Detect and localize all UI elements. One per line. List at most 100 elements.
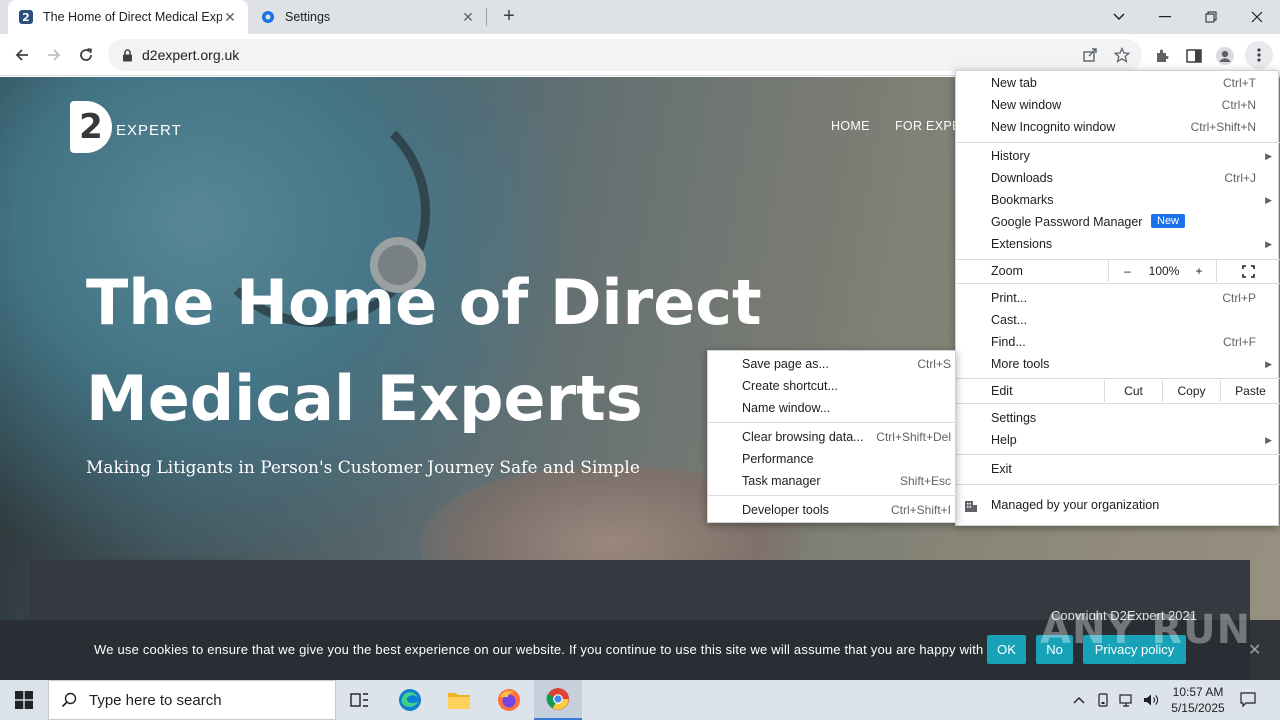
menu-downloads[interactable]: Downloads Ctrl+J — [956, 167, 1280, 189]
share-icon[interactable] — [1081, 46, 1099, 64]
submenu-name-window[interactable]: Name window... — [708, 397, 957, 419]
minimize-icon[interactable] — [1142, 0, 1188, 34]
menu-divider — [708, 495, 957, 496]
submenu-create-shortcut[interactable]: Create shortcut... — [708, 375, 957, 397]
svg-text:2: 2 — [22, 11, 30, 24]
network-icon[interactable] — [1116, 680, 1138, 720]
fullscreen-icon[interactable] — [1216, 260, 1280, 282]
side-panel-icon[interactable] — [1183, 45, 1205, 67]
menu-managed-by-org[interactable]: Managed by your organization — [956, 494, 1280, 516]
zoom-in-button[interactable]: + — [1182, 260, 1216, 282]
bookmark-star-icon[interactable] — [1113, 46, 1131, 64]
menu-shortcut: Ctrl+N — [1221, 98, 1256, 112]
submenu-clear-browsing-data[interactable]: Clear browsing data... Ctrl+Shift+Del — [708, 426, 957, 448]
close-window-icon[interactable] — [1234, 0, 1280, 34]
menu-more-tools[interactable]: More tools ▶ — [956, 353, 1280, 375]
menu-shortcut: Ctrl+S — [917, 357, 951, 371]
site-logo[interactable]: 2 EXPERT — [70, 101, 182, 153]
menu-label: Bookmarks — [991, 193, 1054, 207]
url-text[interactable]: d2expert.org.uk — [142, 47, 239, 63]
menu-divider — [956, 378, 1280, 379]
more-tools-submenu: Save page as... Ctrl+S Create shortcut..… — [707, 350, 957, 523]
menu-exit[interactable]: Exit — [956, 458, 1280, 480]
menu-new-window[interactable]: New window Ctrl+N — [956, 94, 1280, 116]
new-tab-plus-icon[interactable]: + — [498, 5, 520, 27]
menu-divider — [956, 142, 1280, 143]
tab-search-chevron-icon[interactable] — [1096, 0, 1142, 34]
menu-label: New Incognito window — [991, 120, 1116, 134]
submenu-developer-tools[interactable]: Developer tools Ctrl+Shift+I — [708, 499, 957, 521]
profile-avatar-icon[interactable] — [1214, 45, 1236, 67]
menu-extensions[interactable]: Extensions ▶ — [956, 233, 1280, 255]
menu-shortcut: Ctrl+Shift+N — [1190, 120, 1256, 134]
menu-bookmarks[interactable]: Bookmarks ▶ — [956, 189, 1280, 211]
volume-icon[interactable] — [1140, 680, 1162, 720]
zoom-level: 100% — [1148, 264, 1180, 278]
d2expert-favicon-icon: 2 — [18, 9, 34, 25]
restore-icon[interactable] — [1188, 0, 1234, 34]
menu-divider — [956, 403, 1280, 404]
new-badge: New — [1151, 214, 1186, 228]
taskbar-search-box[interactable]: Type here to search — [48, 680, 336, 720]
tab-d2expert[interactable]: 2 The Home of Direct Medical Exp ✕ — [8, 0, 248, 34]
menu-label: Settings — [991, 411, 1037, 425]
hero-title: The Home of Direct Medical Experts — [86, 255, 786, 447]
menu-label: Google Password Manager — [991, 215, 1143, 229]
notifications-icon[interactable] — [1236, 680, 1260, 720]
windows-taskbar: Type here to search 10:57 AM 5/15/2025 — [0, 680, 1280, 720]
edit-paste-button[interactable]: Paste — [1220, 380, 1280, 402]
logo-mark: 2 — [70, 101, 112, 153]
menu-google-password-manager[interactable]: Google Password Manager New — [956, 211, 1280, 233]
windows-start-icon[interactable] — [0, 680, 48, 720]
submenu-arrow-icon: ▶ — [1265, 150, 1272, 161]
clock-time: 10:57 AM — [1172, 685, 1224, 699]
menu-new-incognito-window[interactable]: New Incognito window Ctrl+Shift+N — [956, 116, 1280, 138]
chrome-taskbar-icon[interactable] — [534, 680, 582, 720]
system-clock[interactable]: 10:57 AM 5/15/2025 — [1160, 684, 1236, 716]
menu-print[interactable]: Print... Ctrl+P — [956, 287, 1280, 309]
reload-icon[interactable] — [71, 40, 101, 70]
menu-new-tab[interactable]: New tab Ctrl+T — [956, 72, 1280, 94]
chrome-menu-kebab-icon[interactable] — [1245, 41, 1273, 69]
hero-subtitle: Making Litigants in Person's Customer Jo… — [86, 458, 640, 478]
menu-settings[interactable]: Settings — [956, 407, 1280, 429]
menu-help[interactable]: Help ▶ — [956, 429, 1280, 451]
edit-copy-button[interactable]: Copy — [1162, 380, 1220, 402]
lock-icon[interactable] — [120, 48, 134, 62]
menu-edit-row: Edit Cut Copy Paste — [956, 380, 1280, 402]
submenu-save-page[interactable]: Save page as... Ctrl+S — [708, 353, 957, 375]
menu-shortcut: Ctrl+Shift+Del — [876, 430, 951, 444]
submenu-performance[interactable]: Performance — [708, 448, 957, 470]
forward-arrow-icon[interactable] — [39, 40, 69, 70]
zoom-out-button[interactable]: – — [1108, 260, 1146, 282]
nav-home[interactable]: HOME — [831, 119, 870, 133]
menu-divider — [956, 454, 1280, 455]
address-bar[interactable]: d2expert.org.uk — [108, 39, 1142, 71]
menu-label: More tools — [991, 357, 1050, 371]
menu-cast[interactable]: Cast... — [956, 309, 1280, 331]
search-placeholder: Type here to search — [89, 691, 222, 709]
extensions-puzzle-icon[interactable] — [1151, 45, 1173, 67]
submenu-arrow-icon: ▶ — [1265, 358, 1272, 369]
menu-label: Find... — [991, 335, 1026, 349]
menu-find[interactable]: Find... Ctrl+F — [956, 331, 1280, 353]
cookie-ok-button[interactable]: OK — [987, 635, 1026, 664]
edge-browser-icon[interactable] — [386, 680, 434, 720]
firefox-icon[interactable] — [485, 680, 533, 720]
submenu-task-manager[interactable]: Task manager Shift+Esc — [708, 470, 957, 492]
menu-label: Cast... — [991, 313, 1028, 327]
tray-chevron-up-icon[interactable] — [1068, 680, 1090, 720]
back-arrow-icon[interactable] — [7, 40, 37, 70]
task-view-icon[interactable] — [336, 680, 384, 720]
file-explorer-icon[interactable] — [435, 680, 483, 720]
menu-history[interactable]: History ▶ — [956, 145, 1280, 167]
tab-close-icon[interactable]: ✕ — [222, 9, 238, 26]
tab-settings[interactable]: Settings ✕ — [250, 0, 486, 34]
hero-title-line: Medical Experts — [86, 362, 643, 435]
submenu-arrow-icon: ▶ — [1265, 434, 1272, 445]
device-icon[interactable] — [1093, 680, 1113, 720]
menu-label: Developer tools — [742, 503, 829, 517]
menu-label: New window — [991, 98, 1062, 112]
tab-close-icon[interactable]: ✕ — [460, 9, 476, 26]
edit-cut-button[interactable]: Cut — [1104, 380, 1162, 402]
